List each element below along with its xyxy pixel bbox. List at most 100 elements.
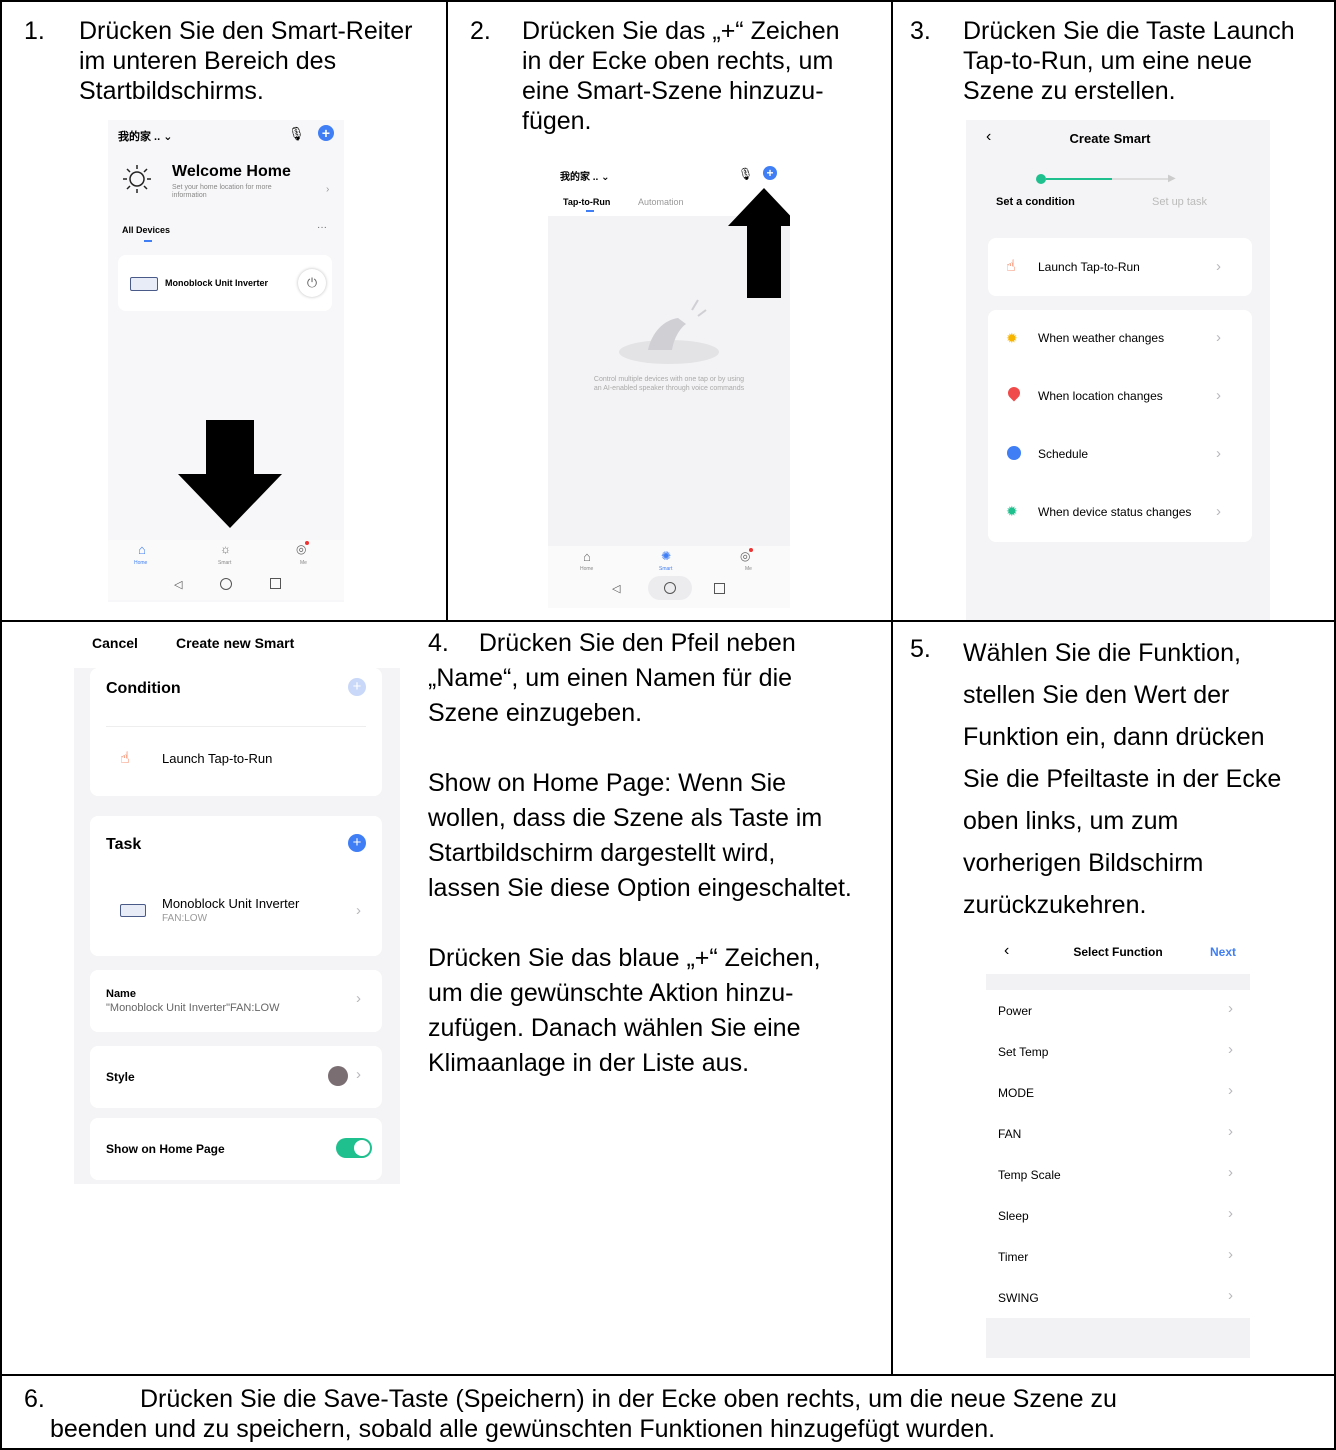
weather-item[interactable]: ✹ When weather changes › <box>988 310 1252 368</box>
recent-apps-icon[interactable] <box>270 578 281 589</box>
chevron-right-icon[interactable]: › <box>326 184 329 195</box>
text-line: in der Ecke oben rechts, um <box>522 47 834 75</box>
microphone-icon[interactable]: 🎙 <box>288 126 305 142</box>
nav-label-home: Home <box>134 560 148 566</box>
nav-label-me: Me <box>745 566 752 572</box>
text-line: Drücken Sie den Smart-Reiter <box>79 17 413 45</box>
clock-icon <box>1007 446 1021 460</box>
nav-label-me: Me <box>300 560 307 566</box>
progress-line-pending <box>1112 178 1168 180</box>
function-item[interactable]: Set Temp › <box>986 1031 1250 1071</box>
next-button[interactable]: Next <box>1210 945 1236 959</box>
step-5-text: Wählen Sie die Funktion, stellen Sie den… <box>963 632 1281 926</box>
schedule-item[interactable]: Schedule › <box>988 426 1252 484</box>
all-devices-tab[interactable]: All Devices <box>122 225 170 235</box>
weather-sun-icon: ✹ <box>1006 330 1018 346</box>
add-task-icon[interactable]: + <box>348 834 366 852</box>
item-label: Temp Scale <box>998 1168 1061 1182</box>
show-on-home-row: Show on Home Page <box>90 1118 382 1180</box>
task-device-item[interactable]: Monoblock Unit Inverter FAN:LOW › <box>90 876 382 948</box>
table-border <box>0 620 1336 622</box>
back-nav-icon[interactable]: ◁ <box>612 582 620 595</box>
chevron-right-icon: › <box>1228 1246 1233 1263</box>
item-label: SWING <box>998 1291 1039 1305</box>
task-device-name: Monoblock Unit Inverter <box>162 896 300 911</box>
text-line: vorherigen Bildschirm <box>963 849 1204 877</box>
text-line: Drücken Sie die Taste Launch <box>963 17 1295 45</box>
text-line: Funktion ein, dann drücken <box>963 723 1265 751</box>
function-item[interactable]: Power › <box>986 990 1250 1030</box>
text-line: Klimaanlage in der Liste aus. <box>428 1049 750 1077</box>
welcome-title: Welcome Home <box>172 163 291 180</box>
bottom-nav: ⌂ Home ☼ Smart ◎ Me ◁ <box>108 540 344 600</box>
home-icon[interactable]: ⌂ <box>138 542 146 557</box>
text-line: information <box>172 192 207 199</box>
divider <box>106 726 366 727</box>
function-list: Power › Set Temp › MODE › FAN › Temp Scale › … <box>986 990 1250 1318</box>
toggle-knob <box>354 1140 370 1156</box>
show-on-home-toggle[interactable] <box>336 1138 372 1158</box>
power-icon[interactable]: ⏻ <box>298 269 326 297</box>
tab-tap-to-run[interactable]: Tap-to-Run <box>563 197 610 207</box>
screenshot-select-function: ‹ Select Function Next Power › Set Temp › … <box>986 928 1250 1358</box>
smart-icon[interactable]: ☼ <box>220 542 231 556</box>
home-selector[interactable]: 我的家 .. ⌄ <box>118 128 172 144</box>
function-item[interactable]: MODE › <box>986 1072 1250 1112</box>
device-status-item[interactable]: ✹ When device status changes › <box>988 484 1252 542</box>
home-icon[interactable]: ⌂ <box>583 549 591 564</box>
table-border <box>891 0 893 1376</box>
add-icon[interactable]: + <box>763 166 777 180</box>
text-line: zufügen. Danach wählen Sie eine <box>428 1014 801 1042</box>
item-label: FAN <box>998 1127 1022 1141</box>
progress-arrow-icon: ▶ <box>1168 173 1176 184</box>
step-set-up-task: Set up task <box>1152 196 1208 208</box>
welcome-subtitle: Set your home location for more informat… <box>172 184 272 200</box>
device-name: Monoblock Unit Inverter <box>165 278 269 288</box>
step-6-text: Drücken Sie die Save-Taste (Speichern) i… <box>50 1384 1290 1444</box>
item-label: MODE <box>998 1086 1034 1100</box>
home-selector[interactable]: 我的家 .. ⌄ <box>560 168 610 183</box>
function-item[interactable]: Temp Scale › <box>986 1154 1250 1194</box>
function-item[interactable]: SWING › <box>986 1277 1250 1317</box>
progress-line <box>1046 178 1112 180</box>
tab-automation[interactable]: Automation <box>638 197 684 207</box>
device-card[interactable]: Monoblock Unit Inverter ⏻ <box>118 255 332 311</box>
name-label: Name <box>106 988 136 1000</box>
chevron-right-icon: › <box>1216 329 1221 346</box>
task-card: Task + Monoblock Unit Inverter FAN:LOW › <box>90 816 382 956</box>
nav-label-smart: Smart <box>218 560 232 566</box>
home-nav-icon[interactable] <box>220 578 232 590</box>
smart-icon[interactable]: ✺ <box>661 549 671 563</box>
chevron-right-icon: › <box>1216 258 1221 275</box>
step-2-text: Drücken Sie das „+“ Zeichen in der Ecke … <box>522 16 840 136</box>
screenshot-smart: 我的家 .. ⌄ 🎙 + Tap-to-Run Automation Contr… <box>548 158 790 608</box>
text-line: Szene zu erstellen. <box>963 77 1176 105</box>
chevron-right-icon: › <box>356 902 361 919</box>
add-icon[interactable]: + <box>318 125 334 141</box>
text-line: Startbildschirms. <box>79 77 264 105</box>
function-item[interactable]: FAN › <box>986 1113 1250 1153</box>
text-line: Drücken Sie den Pfeil neben <box>478 629 796 657</box>
back-nav-icon[interactable]: ◁ <box>174 578 182 591</box>
condition-heading: Condition <box>106 680 181 697</box>
tab-indicator <box>586 210 594 212</box>
name-row[interactable]: Name "Monoblock Unit Inverter"FAN:LOW › <box>90 970 382 1032</box>
function-item[interactable]: Sleep › <box>986 1195 1250 1235</box>
microphone-icon[interactable]: 🎙 <box>738 167 753 181</box>
step-1-text: Drücken Sie den Smart-Reiter im unteren … <box>79 16 412 106</box>
cancel-button[interactable]: Cancel <box>92 635 138 651</box>
home-nav-icon[interactable] <box>664 582 676 594</box>
more-icon[interactable]: ··· <box>317 222 327 233</box>
add-condition-icon[interactable]: + <box>348 678 366 696</box>
location-item[interactable]: When location changes › <box>988 368 1252 426</box>
task-heading: Task <box>106 836 142 853</box>
function-item[interactable]: Timer › <box>986 1236 1250 1276</box>
launch-tap-to-run-item[interactable]: ☝ Launch Tap-to-Run › <box>988 238 1252 296</box>
item-label: Launch Tap-to-Run <box>1038 260 1140 274</box>
recent-apps-icon[interactable] <box>714 583 725 594</box>
step-4-intro: 4. Drücken Sie den Pfeil neben <box>428 626 888 661</box>
launch-tap-to-run-label[interactable]: Launch Tap-to-Run <box>162 751 272 766</box>
style-icon <box>328 1066 348 1086</box>
style-row[interactable]: Style › <box>90 1046 382 1108</box>
